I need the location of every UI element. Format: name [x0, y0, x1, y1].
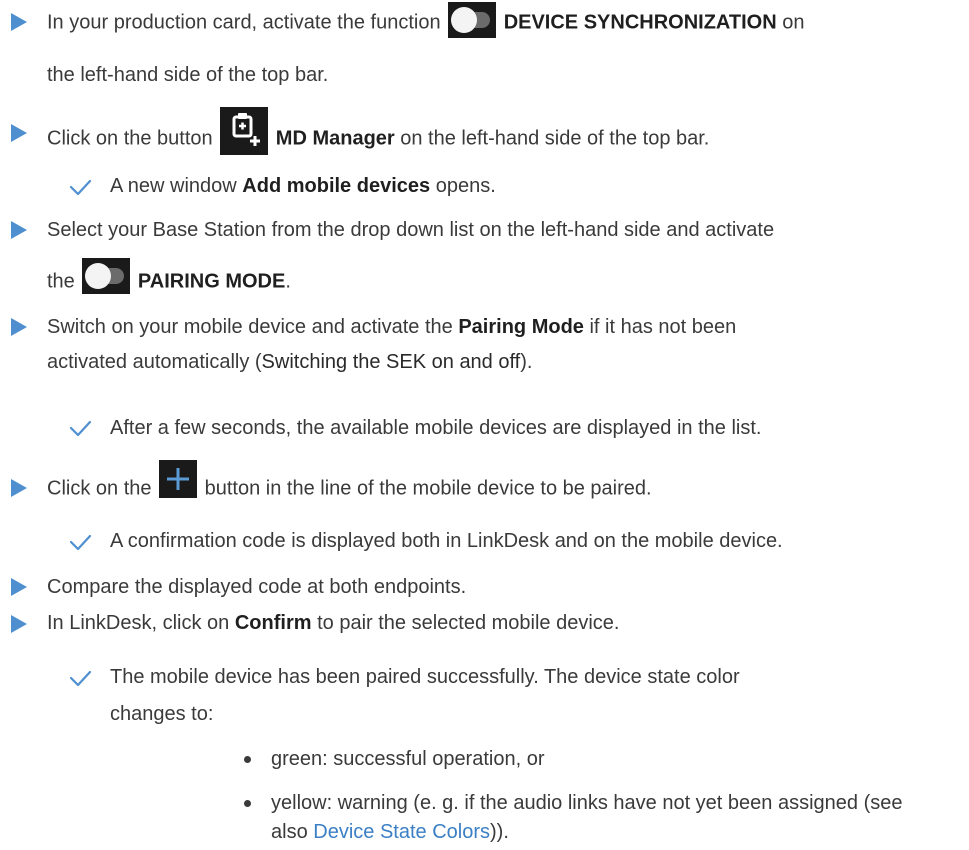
step-5-result: A confirmation code is displayed both in… — [110, 530, 783, 552]
bullet-text: also — [271, 821, 314, 843]
step-1: In your production card, activate the fu… — [0, 2, 969, 41]
step-5-text: Click on the — [47, 477, 158, 500]
step-3-line-2: the PAIRING MODE. — [0, 258, 969, 300]
step-1-text-after: on — [776, 11, 805, 34]
step-2: Click on the button MD Manager on the le… — [0, 107, 969, 163]
step-1-line-2: the left-hand side of the top bar. — [47, 64, 329, 86]
step-3-text-after: . — [285, 270, 291, 293]
step-3: Select your Base Station from the drop d… — [47, 219, 775, 241]
toggle-switch-icon — [82, 258, 131, 294]
step-2-result: A new window Add mobile devices opens. — [0, 169, 969, 204]
list-item: green: successful operation, or — [271, 748, 545, 770]
plus-icon — [159, 460, 198, 498]
step-1-text: In your production card, activate the fu… — [47, 11, 447, 34]
device-synchronization-label: DEVICE SYNCHRONIZATION — [503, 11, 777, 34]
step-7-result-line-2: changes to: — [110, 703, 214, 725]
confirm-label: Confirm — [234, 612, 312, 634]
step-4-line-2-text: activated automatically ( — [47, 351, 262, 373]
step-7-result: The mobile device has been paired succes… — [110, 666, 740, 688]
result-text: A new window — [110, 175, 243, 197]
step-4-text-after: if it has not been — [583, 316, 737, 338]
step-3-text: the — [47, 270, 81, 293]
step-4: Switch on your mobile device and activat… — [0, 310, 969, 345]
step-2-text-after: on the left-hand side of the top bar. — [394, 127, 710, 150]
list-item-continuation: also Device State Colors)). — [0, 815, 969, 850]
switching-sek-text: Switching the SEK on and off — [261, 351, 521, 373]
device-state-colors-link[interactable]: Device State Colors — [313, 821, 490, 843]
step-7: In LinkDesk, click on Confirm to pair th… — [0, 606, 969, 641]
step-7-text: In LinkDesk, click on — [47, 612, 235, 634]
bullet-text-after: )). — [490, 821, 509, 843]
step-4-result: After a few seconds, the available mobil… — [110, 417, 762, 439]
result-text-after: opens. — [430, 175, 496, 197]
step-6: Compare the displayed code at both endpo… — [47, 576, 467, 598]
step-7-text-after: to pair the selected mobile device. — [311, 612, 620, 634]
step-4-line-2: activated automatically (Switching the S… — [0, 345, 969, 380]
pairing-mode-label: PAIRING MODE — [137, 270, 286, 293]
toggle-switch-icon — [448, 2, 497, 38]
pairing-mode-text: Pairing Mode — [458, 316, 584, 338]
md-manager-icon — [220, 107, 269, 155]
md-manager-label: MD Manager — [275, 127, 395, 150]
step-2-text: Click on the button — [47, 127, 219, 150]
step-5-text-after: button in the line of the mobile device … — [199, 477, 652, 500]
step-4-line-2-after: ). — [520, 351, 533, 373]
step-4-text: Switch on your mobile device and activat… — [47, 316, 459, 338]
add-mobile-devices-label: Add mobile devices — [242, 175, 431, 197]
step-5: Click on the button in the line of the m… — [0, 460, 969, 508]
